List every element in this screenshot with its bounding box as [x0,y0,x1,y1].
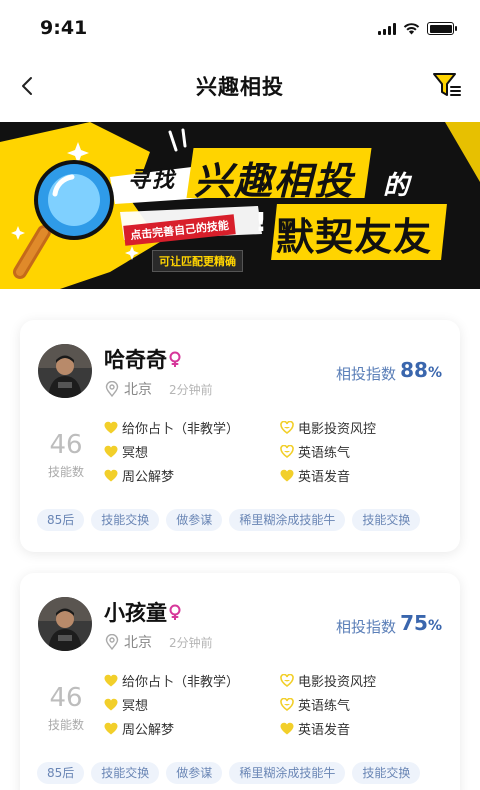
skill-item[interactable]: 冥想 [104,695,280,714]
heart-icon [104,445,118,457]
heart-icon [104,698,118,710]
wifi-icon [403,23,420,35]
avatar[interactable] [38,597,92,651]
battery-icon [427,22,457,35]
match-index-value: 88% [400,358,442,382]
skill-item[interactable]: 电影投资风控 [280,418,444,437]
user-name[interactable]: 小孩童 [104,597,167,627]
skill-label: 冥想 [122,698,149,714]
skill-item[interactable]: 电影投资风控 [280,671,444,690]
female-icon [169,604,181,620]
tag[interactable]: 做参谋 [166,509,223,531]
skill-label: 英语发音 [298,469,351,485]
nav-bar: 兴趣相投 [0,56,480,120]
match-index-label: 相投指数 [335,618,396,636]
heart-icon [104,722,118,734]
banner-title-main: 兴趣相投 [194,159,355,203]
page-title: 兴趣相投 [196,75,284,99]
tag[interactable]: 做参谋 [166,762,223,784]
skill-count: 46 [49,683,83,713]
last-active-time: 2分钟前 [169,636,213,650]
heart-outline-icon [280,673,294,687]
banner-tag-match: 可让匹配更精确 [152,250,243,272]
skill-count-label: 技能数 [47,718,84,732]
match-index-unit: % [427,365,442,381]
banner-title-left: 寻找 [128,168,177,193]
location-icon [105,634,119,650]
tag[interactable]: 技能交换 [352,762,421,784]
skill-item[interactable]: 冥想 [104,442,280,461]
banner-exclaim: ! [255,208,267,238]
match-index-label: 相投指数 [335,365,396,383]
user-card[interactable]: 哈奇奇 北京 2分钟前 相投指数 88% 46 技能数 给你占卜（非教学） 电影… [20,320,460,552]
location-icon [105,381,119,397]
match-index-number: 88 [400,358,428,382]
tag[interactable]: 稀里糊涂成技能牛 [229,762,346,784]
tag[interactable]: 稀里糊涂成技能牛 [229,509,346,531]
skill-list: 给你占卜（非教学） 电影投资风控 冥想 英语练气 周公解梦 英语发音 [104,671,444,738]
status-time: 9:41 [40,17,88,39]
tag-list: 85后 技能交换 做参谋 稀里糊涂成技能牛 技能交换 [37,762,421,784]
user-location: 北京 [124,382,152,398]
banner-subtitle: 默契友友 [276,215,433,259]
heart-icon [104,469,118,481]
user-name[interactable]: 哈奇奇 [104,344,167,374]
heart-icon [104,421,118,433]
match-index-value: 75% [400,611,442,635]
tag[interactable]: 技能交换 [91,762,160,784]
skill-count: 46 [49,430,83,460]
skill-label: 给你占卜（非教学） [122,674,240,690]
skill-item[interactable]: 周公解梦 [104,719,280,738]
tag[interactable]: 85后 [37,509,85,531]
skill-item[interactable]: 英语练气 [280,442,444,461]
heart-outline-icon [280,697,294,711]
promo-banner[interactable]: 寻找 兴趣相投 的 默契友友 ! 点击完善自己的技能 可让匹配更精确 [0,122,480,289]
skill-label: 电影投资风控 [298,421,377,437]
skill-label: 周公解梦 [122,469,175,485]
skill-item[interactable]: 英语发音 [280,719,444,738]
skill-list: 给你占卜（非教学） 电影投资风控 冥想 英语练气 周公解梦 英语发音 [104,418,444,485]
skill-label: 英语练气 [298,445,351,461]
skill-count-label: 技能数 [47,465,84,479]
tag[interactable]: 技能交换 [91,509,160,531]
heart-outline-icon [280,444,294,458]
avatar[interactable] [38,344,92,398]
cellular-signal-icon [378,22,396,35]
tag[interactable]: 技能交换 [352,509,421,531]
tag[interactable]: 85后 [37,762,85,784]
skill-label: 电影投资风控 [298,674,377,690]
skill-label: 英语发音 [298,722,351,738]
skill-item[interactable]: 英语练气 [280,695,444,714]
skill-label: 冥想 [122,445,149,461]
match-index-number: 75 [400,611,428,635]
heart-icon [280,469,294,481]
status-icons [378,22,457,35]
skill-item[interactable]: 给你占卜（非教学） [104,418,280,437]
skill-item[interactable]: 周公解梦 [104,466,280,485]
status-bar: 9:41 [0,0,480,56]
skill-item[interactable]: 给你占卜（非教学） [104,671,280,690]
female-icon [169,351,181,367]
user-location: 北京 [124,635,152,651]
heart-icon [104,674,118,686]
heart-outline-icon [280,420,294,434]
tag-list: 85后 技能交换 做参谋 稀里糊涂成技能牛 技能交换 [37,509,421,531]
banner-title-suffix: 的 [383,171,410,201]
match-index-unit: % [427,618,442,634]
user-card[interactable]: 小孩童 北京 2分钟前 相投指数 75% 46 技能数 给你占卜（非教学） 电影… [20,573,460,790]
filter-icon[interactable] [432,70,462,100]
skill-label: 周公解梦 [122,722,175,738]
last-active-time: 2分钟前 [169,383,213,397]
skill-item[interactable]: 英语发音 [280,466,444,485]
skill-label: 英语练气 [298,698,351,714]
skill-label: 给你占卜（非教学） [122,421,240,437]
heart-icon [280,722,294,734]
